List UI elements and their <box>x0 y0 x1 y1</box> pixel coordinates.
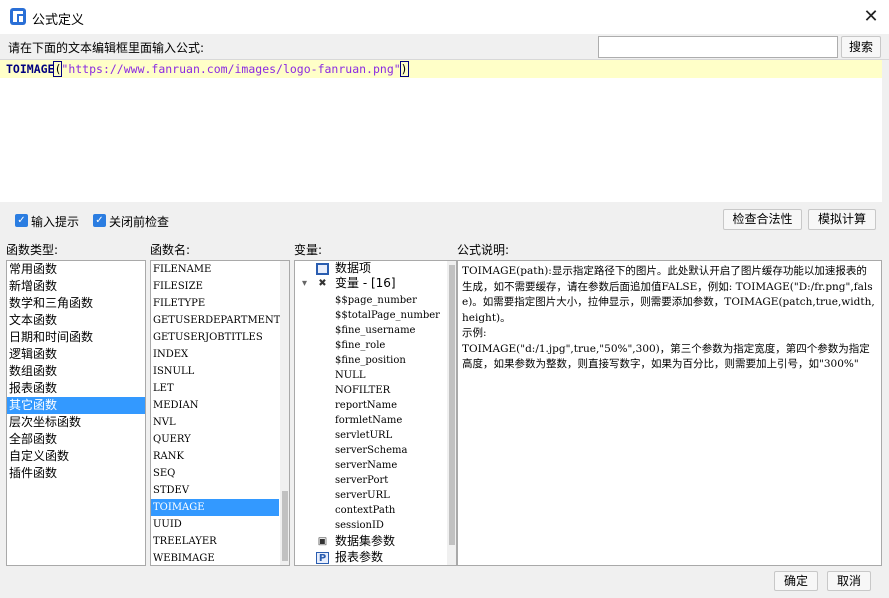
function-name-item[interactable]: QUERY <box>151 431 289 448</box>
code-string-argument: "https://www.fanruan.com/images/logo-fan… <box>61 62 401 76</box>
scrollbar-thumb[interactable] <box>282 491 288 561</box>
formula-code: TOIMAGE("https://www.fanruan.com/images/… <box>6 61 409 77</box>
description-panel: TOIMAGE(path):显示指定路径下的图片。此处默认开启了图片缓存功能以加… <box>457 260 882 566</box>
description-header: 公式说明: <box>457 243 510 257</box>
variable-item[interactable]: formletName <box>335 413 402 428</box>
report-params-icon: P <box>316 552 329 564</box>
function-type-item[interactable]: 常用函数 <box>7 261 145 278</box>
variables-header: 变量: <box>294 243 323 257</box>
variable-item[interactable]: serverName <box>335 458 397 473</box>
function-type-item[interactable]: 其它函数 <box>7 397 145 414</box>
close-icon[interactable]: ✕ <box>856 4 886 30</box>
function-name-item[interactable]: SEQ <box>151 465 289 482</box>
check-before-close-label[interactable]: 关闭前检查 <box>109 213 169 230</box>
function-name-item[interactable]: TOIMAGE <box>151 499 279 516</box>
title-bar <box>0 0 889 34</box>
function-name-item[interactable]: FILETYPE <box>151 295 289 312</box>
function-list-scrollbar[interactable] <box>280 261 289 565</box>
function-name-item[interactable]: WEBIMAGE <box>151 550 289 565</box>
scrollbar-thumb[interactable] <box>449 265 455 545</box>
function-type-item[interactable]: 报表函数 <box>7 380 145 397</box>
function-name-item[interactable]: FILESIZE <box>151 278 289 295</box>
function-type-item[interactable]: 逻辑函数 <box>7 346 145 363</box>
function-name-item[interactable]: MEDIAN <box>151 397 289 414</box>
variables-icon: ✖ <box>318 278 327 289</box>
function-type-item[interactable]: 数组函数 <box>7 363 145 380</box>
expand-icon[interactable]: ▾ <box>298 278 311 290</box>
function-type-item[interactable]: 全部函数 <box>7 431 145 448</box>
function-type-list[interactable]: 常用函数 新增函数 数学和三角函数 文本函数 日期和时间函数 逻辑函数 数组函数 报表函数 其它… <box>6 260 146 566</box>
function-name-item[interactable]: FILENAME <box>151 261 289 278</box>
formula-editor[interactable]: TOIMAGE("https://www.fanruan.com/images/… <box>0 59 889 203</box>
function-name-item[interactable]: GETUSERDEPARTMENTS <box>151 312 289 329</box>
check-before-close-checkbox[interactable]: ✓ <box>93 214 106 227</box>
function-types-header: 函数类型: <box>6 243 59 257</box>
function-name-item[interactable]: UUID <box>151 516 289 533</box>
input-hint-checkbox[interactable]: ✓ <box>15 214 28 227</box>
function-type-item[interactable]: 新增函数 <box>7 278 145 295</box>
variable-item[interactable]: serverSchema <box>335 443 407 458</box>
function-name-item[interactable]: GETUSERJOBTITLES <box>151 329 289 346</box>
function-type-item[interactable]: 文本函数 <box>7 312 145 329</box>
function-name-item[interactable]: LET <box>151 380 289 397</box>
tree-item-data-items[interactable]: 数据项 <box>335 261 371 276</box>
variables-tree[interactable]: 数据项 ▾ ✖ 变量 - [16] $$page_number $$totalPage_n… <box>294 260 457 566</box>
tree-item-report-params[interactable]: 报表参数 <box>335 550 383 565</box>
variable-item[interactable]: $$totalPage_number <box>335 308 440 323</box>
search-input[interactable] <box>598 36 838 58</box>
variables-scrollbar[interactable] <box>447 261 456 565</box>
window-title: 公式定义 <box>32 13 85 28</box>
code-close-paren: ) <box>399 61 409 77</box>
description-text: TOIMAGE(path):显示指定路径下的图片。此处默认开启了图片缓存功能以加… <box>462 265 875 370</box>
function-name-item[interactable]: ISNULL <box>151 363 289 380</box>
prompt-label: 请在下面的文本编辑框里面输入公式: <box>8 41 205 55</box>
function-type-item[interactable]: 层次坐标函数 <box>7 414 145 431</box>
function-type-item[interactable]: 数学和三角函数 <box>7 295 145 312</box>
variable-item[interactable]: reportName <box>335 398 397 413</box>
function-name-item[interactable]: RANK <box>151 448 289 465</box>
search-button[interactable]: 搜索 <box>841 36 881 58</box>
function-names-header: 函数名: <box>150 243 191 257</box>
function-type-item[interactable]: 日期和时间函数 <box>7 329 145 346</box>
editor-scrollbar[interactable] <box>882 60 889 203</box>
function-name-item[interactable]: INDEX <box>151 346 289 363</box>
dataset-params-icon: ▣ <box>317 536 328 547</box>
cancel-button[interactable]: 取消 <box>827 571 871 591</box>
app-logo-icon <box>10 8 26 25</box>
function-type-item[interactable]: 自定义函数 <box>7 448 145 465</box>
tree-item-variables[interactable]: 变量 - [16] <box>335 276 396 291</box>
input-hint-label[interactable]: 输入提示 <box>31 213 79 230</box>
simulate-calculation-button[interactable]: 模拟计算 <box>808 209 876 230</box>
variable-item[interactable]: $fine_username <box>335 323 415 338</box>
variable-item[interactable]: NULL <box>335 368 365 383</box>
check-validity-button[interactable]: 检查合法性 <box>723 209 802 230</box>
function-name-item[interactable]: NVL <box>151 414 289 431</box>
code-function-name: TOIMAGE <box>6 62 55 76</box>
variable-item[interactable]: servletURL <box>335 428 392 443</box>
variable-item[interactable]: sessionID <box>335 518 384 533</box>
variable-item[interactable]: contextPath <box>335 503 395 518</box>
function-type-item[interactable]: 插件函数 <box>7 465 145 482</box>
function-name-list[interactable]: FILENAME FILESIZE FILETYPE GETUSERDEPARTMEN… <box>150 260 290 566</box>
ok-button[interactable]: 确定 <box>774 571 818 591</box>
variable-item[interactable]: $fine_role <box>335 338 385 353</box>
variable-item[interactable]: serverPort <box>335 473 388 488</box>
variable-item[interactable]: $fine_position <box>335 353 406 368</box>
function-name-item[interactable]: TREELAYER <box>151 533 289 550</box>
data-items-icon <box>316 263 329 275</box>
variable-item[interactable]: NOFILTER <box>335 383 390 398</box>
tree-item-dataset-params[interactable]: 数据集参数 <box>335 534 395 549</box>
variable-item[interactable]: $$page_number <box>335 293 417 308</box>
variable-item[interactable]: serverURL <box>335 488 390 503</box>
function-name-item[interactable]: STDEV <box>151 482 289 499</box>
